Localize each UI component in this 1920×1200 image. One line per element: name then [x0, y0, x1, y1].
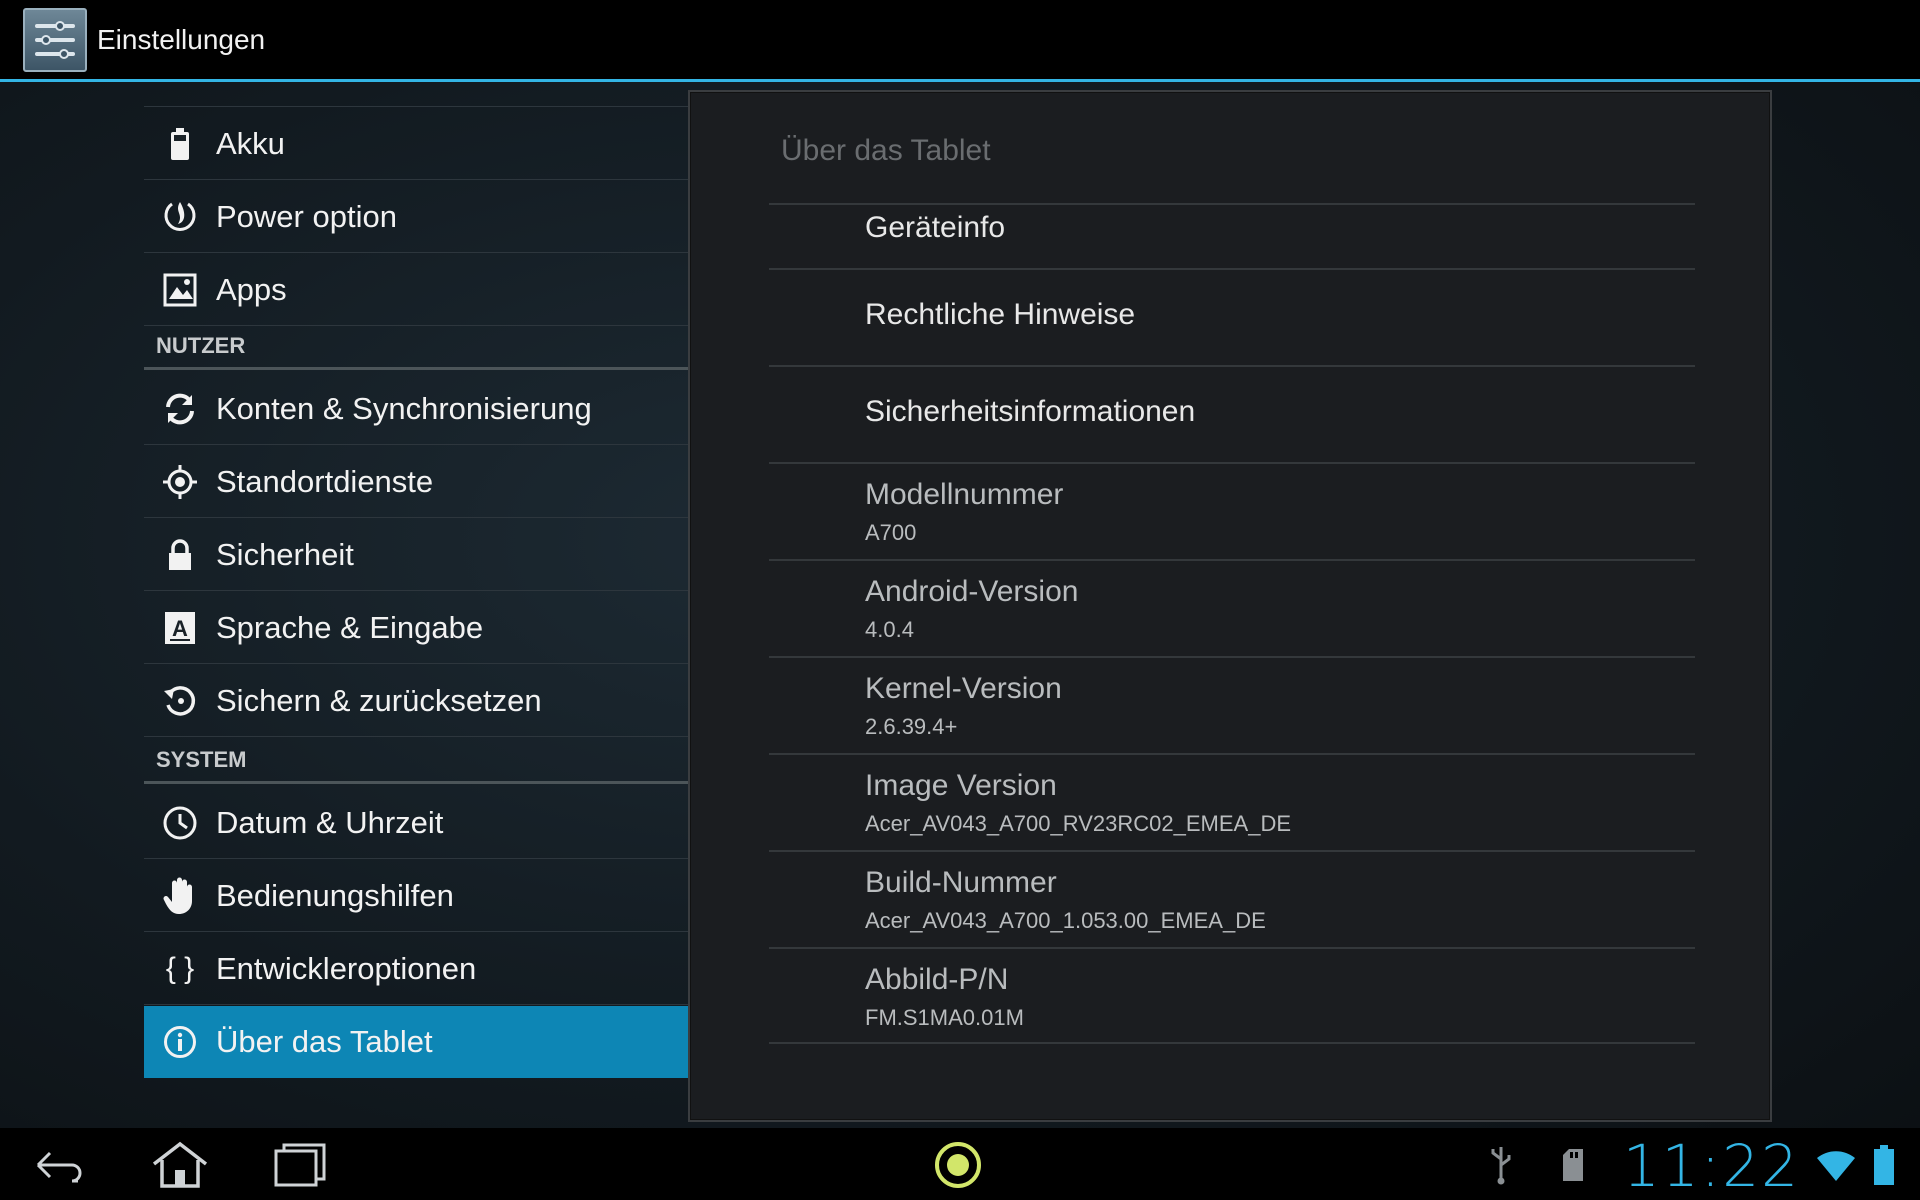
detail-item-label: Sicherheitsinformationen	[865, 395, 1196, 428]
settings-item-label: Konten & Synchronisierung	[216, 390, 592, 426]
settings-item-label: Datum & Uhrzeit	[216, 804, 444, 840]
settings-item-label: Akku	[216, 125, 285, 161]
svg-text:A: A	[172, 616, 188, 641]
center-home-button[interactable]	[922, 1138, 994, 1192]
sync-icon	[154, 389, 206, 429]
detail-item-label: Image Version	[865, 769, 1057, 802]
detail-item-label: Android-Version	[865, 575, 1079, 608]
home-icon	[152, 1141, 208, 1188]
detail-item-label: Modellnummer	[865, 478, 1064, 511]
recent-apps-button[interactable]	[264, 1138, 336, 1192]
status-clock: 11:22	[1622, 1132, 1800, 1200]
detail-item-value: Acer_AV043_A700_RV23RC02_EMEA_DE	[865, 811, 1292, 836]
location-icon	[154, 462, 206, 502]
hand-icon	[154, 876, 206, 916]
home-button[interactable]	[144, 1138, 216, 1192]
action-bar: Einstellungen	[0, 0, 1920, 82]
braces-icon: { }	[165, 951, 195, 985]
settings-item-sprache[interactable]: A Sprache & Eingabe	[144, 592, 688, 664]
settings-item-label: Power option	[216, 198, 397, 234]
detail-item-build-nummer[interactable]: Build-Nummer Acer_AV043_A700_1.053.00_EM…	[769, 850, 1695, 947]
section-header-nutzer: NUTZER	[144, 326, 688, 370]
settings-item-label: Standortdienste	[216, 463, 434, 499]
detail-panel: Über das Tablet Geräteinfo Rechtliche Hi…	[688, 90, 1772, 1122]
detail-item-value: FM.S1MA0.01M	[865, 1005, 1024, 1030]
clock-icon	[154, 803, 206, 843]
battery-status-icon	[1870, 1142, 1898, 1188]
power-flame-icon	[154, 197, 206, 237]
detail-item-label: Geräteinfo	[865, 211, 1006, 244]
usb-icon	[1486, 1142, 1516, 1188]
detail-item-modellnummer: Modellnummer A700	[769, 462, 1695, 559]
detail-item-label: Rechtliche Hinweise	[865, 298, 1136, 331]
ring-icon	[935, 1142, 981, 1188]
back-icon	[36, 1151, 82, 1183]
settings-list: Akku Power option Apps NUTZER Konten & S…	[144, 85, 688, 1085]
settings-item-label: Über das Tablet	[216, 1024, 433, 1059]
settings-item-sichern[interactable]: Sichern & zurücksetzen	[144, 665, 688, 737]
settings-item-ueber-das-tablet[interactable]: Über das Tablet	[144, 1006, 688, 1078]
settings-item-power-option[interactable]: Power option	[144, 181, 688, 253]
detail-item-sicherheitsinformationen[interactable]: Sicherheitsinformationen	[769, 365, 1695, 462]
settings-item-standortdienste[interactable]: Standortdienste	[144, 446, 688, 518]
detail-item-android-version[interactable]: Android-Version 4.0.4	[769, 559, 1695, 656]
detail-item-image-version: Image Version Acer_AV043_A700_RV23RC02_E…	[769, 753, 1695, 850]
backup-icon	[154, 681, 206, 721]
recent-apps-icon	[274, 1143, 326, 1187]
detail-item-rechtliche-hinweise[interactable]: Rechtliche Hinweise	[769, 268, 1695, 365]
settings-item-datum[interactable]: Datum & Uhrzeit	[144, 787, 688, 859]
detail-item-abbild-pn: Abbild-P/N FM.S1MA0.01M	[769, 947, 1695, 1044]
settings-item-bedienungshilfen[interactable]: Bedienungshilfen	[144, 860, 688, 932]
panel-title: Über das Tablet	[781, 134, 991, 167]
detail-item-label: Kernel-Version	[865, 672, 1062, 705]
wifi-icon	[1814, 1142, 1858, 1188]
section-header-system: SYSTEM	[144, 740, 688, 784]
navigation-bar: 11:22	[0, 1128, 1920, 1200]
battery-icon	[154, 124, 206, 164]
apps-icon	[154, 270, 206, 310]
settings-item-label: Bedienungshilfen	[216, 877, 454, 913]
detail-item-kernel-version: Kernel-Version 2.6.39.4+	[769, 656, 1695, 753]
back-button[interactable]	[24, 1138, 96, 1192]
sd-card-icon	[1558, 1142, 1588, 1188]
settings-item-entwickleroptionen[interactable]: { } Entwickleroptionen	[144, 933, 688, 1005]
detail-item-value: 2.6.39.4+	[865, 714, 958, 739]
detail-list: Geräteinfo Rechtliche Hinweise Sicherhei…	[769, 203, 1695, 1044]
app-title: Einstellungen	[97, 23, 266, 55]
settings-item-sicherheit[interactable]: Sicherheit	[144, 519, 688, 591]
detail-item-label: Abbild-P/N	[865, 963, 1009, 996]
settings-item-label: Sichern & zurücksetzen	[216, 682, 542, 718]
detail-item-value: A700	[865, 520, 917, 545]
lock-icon	[154, 535, 206, 575]
detail-item-value: 4.0.4	[865, 617, 914, 642]
detail-item-label: Build-Nummer	[865, 866, 1057, 899]
settings-item-akku[interactable]: Akku	[144, 108, 688, 180]
settings-sliders-icon[interactable]	[23, 7, 87, 72]
list-item-partial[interactable]	[144, 85, 688, 107]
settings-item-label: Apps	[216, 271, 287, 307]
settings-item-label: Entwickleroptionen	[216, 950, 477, 986]
settings-item-label: Sicherheit	[216, 536, 354, 572]
language-icon: A	[154, 608, 206, 648]
detail-item-value: Acer_AV043_A700_1.053.00_EMEA_DE	[865, 908, 1266, 933]
settings-item-konten[interactable]: Konten & Synchronisierung	[144, 373, 688, 445]
settings-item-apps[interactable]: Apps	[144, 254, 688, 326]
info-icon	[154, 1022, 206, 1062]
detail-item-geraeteinfo[interactable]: Geräteinfo	[769, 203, 1695, 268]
settings-item-label: Sprache & Eingabe	[216, 609, 484, 645]
